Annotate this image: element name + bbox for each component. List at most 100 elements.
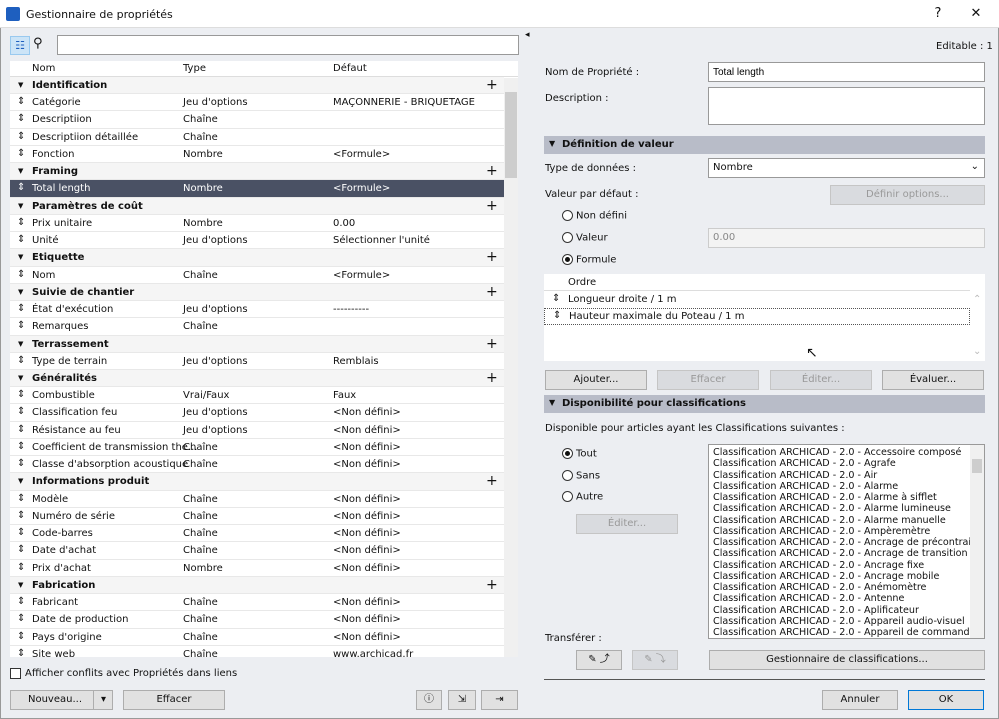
group-row[interactable]: ▼ Généralités + bbox=[10, 369, 504, 388]
table-row[interactable]: ⇕ Combustible Vrai/Faux Faux bbox=[10, 387, 504, 405]
group-row[interactable]: ▼ Fabrication + bbox=[10, 576, 504, 595]
scrollbar-thumb[interactable] bbox=[505, 92, 517, 178]
group-row[interactable]: ▼ Identification + bbox=[10, 77, 504, 95]
tree-view-icon[interactable]: ☷ bbox=[10, 36, 30, 55]
classification-list[interactable]: Classification ARCHICAD - 2.0 - Accessoi… bbox=[708, 444, 985, 639]
cancel-button[interactable]: Annuler bbox=[822, 690, 898, 710]
add-icon[interactable]: + bbox=[486, 77, 498, 93]
classification-item[interactable]: Classification ARCHICAD - 2.0 - Agrafe bbox=[713, 458, 984, 469]
chevron-down-icon[interactable]: ▾ bbox=[93, 691, 113, 709]
formula-row[interactable]: ⇕ Longueur droite / 1 m bbox=[544, 291, 970, 308]
classification-item[interactable]: Classification ARCHICAD - 2.0 - Ancrage … bbox=[713, 537, 984, 548]
property-name-input[interactable] bbox=[708, 62, 985, 82]
classification-item[interactable]: Classification ARCHICAD - 2.0 - Appareil… bbox=[713, 627, 984, 638]
add-icon[interactable]: + bbox=[486, 577, 498, 593]
ok-button[interactable]: OK bbox=[908, 690, 984, 710]
table-row[interactable]: ⇕ Nom Chaîne <Formule> bbox=[10, 267, 504, 284]
table-row[interactable]: ⇕ Numéro de série Chaîne <Non défini> bbox=[10, 508, 504, 526]
classification-item[interactable]: Classification ARCHICAD - 2.0 - Alarme à… bbox=[713, 492, 984, 503]
table-row[interactable]: ⇕ Site web Chaîne www.archicad.fr bbox=[10, 646, 504, 657]
triangle-down-icon[interactable]: ▼ bbox=[18, 81, 23, 89]
evaluate-button[interactable]: Évaluer... bbox=[882, 370, 984, 390]
classification-item[interactable]: Classification ARCHICAD - 2.0 - Alarme l… bbox=[713, 503, 984, 514]
table-row[interactable]: ⇕ Code-barres Chaîne <Non défini> bbox=[10, 525, 504, 543]
drag-handle-icon[interactable]: ⇕ bbox=[17, 562, 25, 573]
table-row[interactable]: ⇕ Classe d'absorption acoustique Chaîne <No… bbox=[10, 456, 504, 474]
info-icon[interactable]: ⓘ bbox=[416, 690, 442, 710]
add-icon[interactable]: + bbox=[486, 163, 498, 179]
import-icon[interactable]: ⇲ bbox=[448, 690, 476, 710]
drag-handle-icon[interactable]: ⇕ bbox=[17, 355, 25, 366]
table-row[interactable]: ⇕ Remarques Chaîne bbox=[10, 318, 504, 336]
drag-handle-icon[interactable]: ⇕ bbox=[17, 458, 25, 469]
drag-handle-icon[interactable]: ⇕ bbox=[17, 631, 25, 642]
classification-item[interactable]: Classification ARCHICAD - 2.0 - Anémomèt… bbox=[713, 582, 984, 593]
value-input[interactable]: 0.00 bbox=[708, 228, 985, 248]
export-icon[interactable]: ⇥ bbox=[481, 690, 518, 710]
classification-item[interactable]: Classification ARCHICAD - 2.0 - Alarme m… bbox=[713, 515, 984, 526]
define-options-button[interactable]: Définir options... bbox=[830, 185, 985, 205]
value-definition-section[interactable]: ▼ Définition de valeur bbox=[544, 136, 985, 154]
classification-manager-button[interactable]: Gestionnaire de classifications... bbox=[709, 650, 985, 670]
triangle-down-icon[interactable]: ▼ bbox=[18, 253, 23, 261]
triangle-down-icon[interactable]: ▼ bbox=[18, 167, 23, 175]
triangle-down-icon[interactable]: ▼ bbox=[18, 288, 23, 296]
scroll-down-icon[interactable]: ⌄ bbox=[973, 346, 981, 357]
add-icon[interactable]: + bbox=[486, 249, 498, 265]
drag-handle-icon[interactable]: ⇕ bbox=[17, 96, 25, 107]
table-row[interactable]: ⇕ Coefficient de transmission the... Chaîn… bbox=[10, 439, 504, 457]
triangle-down-icon[interactable]: ▼ bbox=[18, 477, 23, 485]
add-icon[interactable]: + bbox=[486, 336, 498, 352]
drag-handle-icon[interactable]: ⇕ bbox=[17, 182, 25, 193]
syringe-inject-icon[interactable]: ✎ ⤵ bbox=[632, 650, 678, 670]
classification-item[interactable]: Classification ARCHICAD - 2.0 - Ancrage … bbox=[713, 571, 984, 582]
drag-handle-icon[interactable]: ⇕ bbox=[17, 234, 25, 245]
edit-classifications-button[interactable]: Éditer... bbox=[576, 514, 678, 534]
delete-button[interactable]: Effacer bbox=[123, 690, 225, 710]
drag-handle-icon[interactable]: ⇕ bbox=[17, 406, 25, 417]
drag-handle-icon[interactable]: ⇕ bbox=[552, 293, 560, 304]
radio-all[interactable]: Tout bbox=[562, 448, 597, 460]
table-row[interactable]: ⇕ Total length Nombre <Formule> bbox=[10, 180, 504, 198]
drag-handle-icon[interactable]: ⇕ bbox=[17, 648, 25, 657]
classification-item[interactable]: Classification ARCHICAD - 2.0 - Ancrage … bbox=[713, 560, 984, 571]
radio-other[interactable]: Autre bbox=[562, 491, 603, 503]
classification-scrollbar[interactable] bbox=[970, 445, 984, 638]
table-row[interactable]: ⇕ État d'exécution Jeu d'options ---------- bbox=[10, 301, 504, 319]
add-icon[interactable]: + bbox=[486, 198, 498, 214]
table-row[interactable]: ⇕ Résistance au feu Jeu d'options <Non défi… bbox=[10, 422, 504, 439]
help-button[interactable]: ? bbox=[924, 4, 952, 24]
triangle-down-icon[interactable]: ▼ bbox=[18, 581, 23, 589]
drag-handle-icon[interactable]: ⇕ bbox=[17, 493, 25, 504]
add-button[interactable]: Ajouter... bbox=[545, 370, 647, 390]
table-row[interactable]: ⇕ Type de terrain Jeu d'options Remblais bbox=[10, 353, 504, 370]
table-row[interactable]: ⇕ Catégorie Jeu d'options MAÇONNERIE - BRIQ… bbox=[10, 94, 504, 112]
description-input[interactable] bbox=[708, 87, 985, 125]
classification-section[interactable]: ▼ Disponibilité pour classifications bbox=[544, 395, 985, 413]
triangle-down-icon[interactable]: ▼ bbox=[18, 202, 23, 210]
radio-value[interactable]: Valeur bbox=[562, 232, 608, 244]
classification-item[interactable]: Classification ARCHICAD - 2.0 - Air bbox=[713, 470, 984, 481]
add-icon[interactable]: + bbox=[486, 370, 498, 386]
drag-handle-icon[interactable]: ⇕ bbox=[17, 320, 25, 331]
drag-handle-icon[interactable]: ⇕ bbox=[17, 217, 25, 228]
group-row[interactable]: ▼ Informations produit + bbox=[10, 473, 504, 491]
table-row[interactable]: ⇕ Date de production Chaîne <Non défini> bbox=[10, 611, 504, 629]
new-button[interactable]: Nouveau... ▾ bbox=[10, 690, 113, 710]
classification-item[interactable]: Classification ARCHICAD - 2.0 - Appareil… bbox=[713, 616, 984, 627]
classification-item[interactable]: Classification ARCHICAD - 2.0 - Antenne bbox=[713, 593, 984, 604]
table-row[interactable]: ⇕ Prix unitaire Nombre 0.00 bbox=[10, 215, 504, 233]
drag-handle-icon[interactable]: ⇕ bbox=[17, 424, 25, 435]
column-type[interactable]: Type bbox=[183, 63, 206, 74]
conflicts-checkbox[interactable] bbox=[10, 668, 21, 679]
drag-handle-icon[interactable]: ⇕ bbox=[553, 310, 561, 321]
classification-item[interactable]: Classification ARCHICAD - 2.0 - Alarme bbox=[713, 481, 984, 492]
table-row[interactable]: ⇕ Descriptiion Chaîne bbox=[10, 111, 504, 129]
triangle-down-icon[interactable]: ▼ bbox=[18, 340, 23, 348]
drag-handle-icon[interactable]: ⇕ bbox=[17, 148, 25, 159]
group-row[interactable]: ▼ Terrassement + bbox=[10, 335, 504, 353]
drag-handle-icon[interactable]: ⇕ bbox=[17, 441, 25, 452]
table-row[interactable]: ⇕ Fonction Nombre <Formule> bbox=[10, 146, 504, 164]
column-default[interactable]: Défaut bbox=[333, 63, 367, 74]
drag-handle-icon[interactable]: ⇕ bbox=[17, 596, 25, 607]
